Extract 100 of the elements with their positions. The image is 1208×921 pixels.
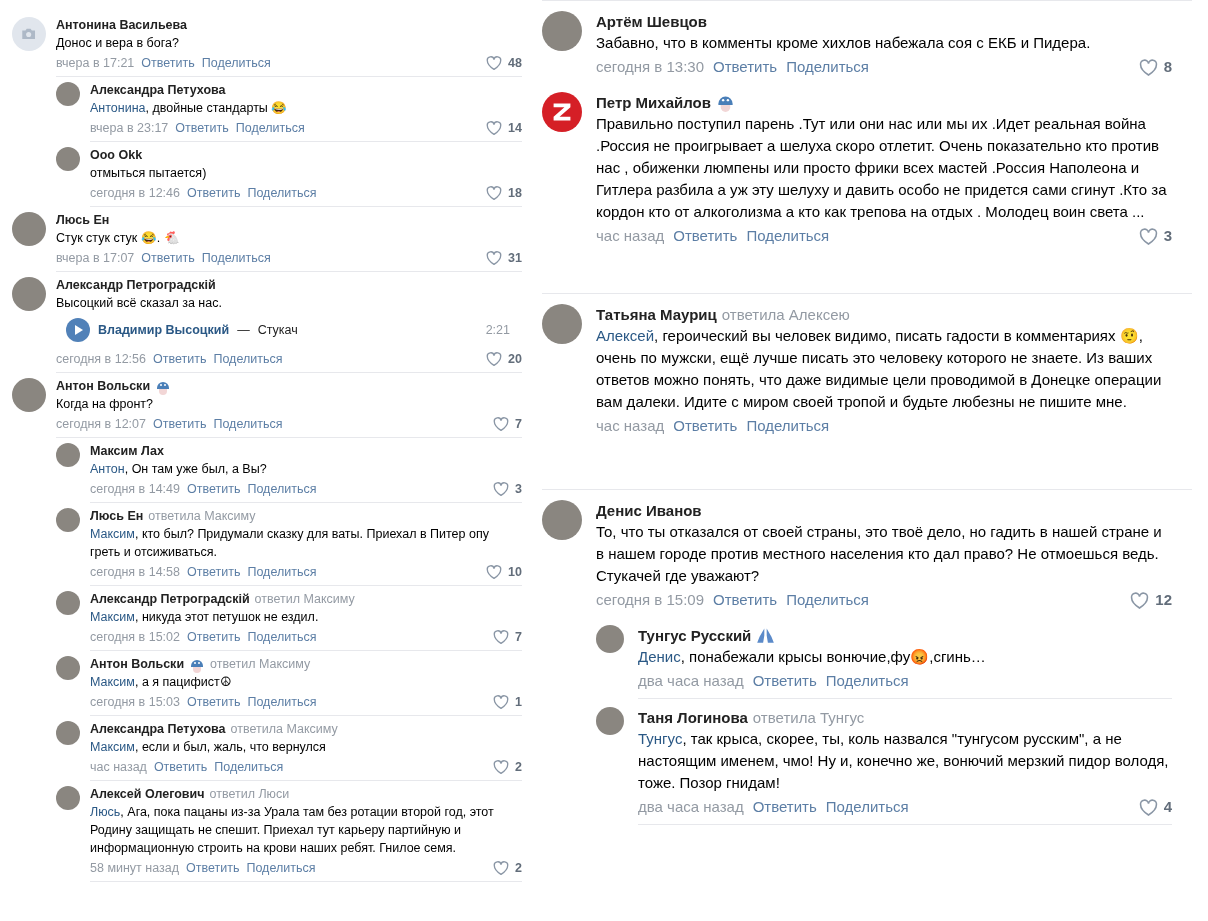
author-name[interactable]: Таня Логинова — [638, 707, 748, 728]
reply-link[interactable]: Ответить — [187, 480, 241, 498]
reply-link[interactable]: Ответить — [752, 670, 817, 692]
track-artist[interactable]: Владимир Высоцкий — [98, 320, 230, 340]
author-name[interactable]: Артём Шевцов — [596, 11, 707, 32]
comment-text: Донос и вера в бога? — [56, 35, 180, 52]
author-name[interactable]: Александра Петухова — [90, 82, 226, 99]
comment-time: сегодня в 14:58 — [90, 564, 180, 581]
like-button[interactable]: 48 — [486, 54, 522, 72]
reply-link[interactable]: Ответить — [187, 184, 241, 202]
author-name[interactable]: Люсь Ен — [56, 212, 110, 229]
mention-link[interactable]: Тунгус — [638, 730, 683, 747]
reply-link[interactable]: Ответить — [673, 415, 738, 437]
author-name[interactable]: Александр Петроградскій — [56, 277, 216, 294]
reply-to-label: ответила Максиму — [148, 508, 256, 525]
comment-time: сегодня в 12:56 — [56, 351, 146, 368]
reply-link[interactable]: Ответить — [153, 415, 207, 433]
mention-link[interactable]: Максим — [90, 740, 135, 754]
author-name[interactable]: Антон Вольски — [56, 378, 151, 395]
avatar-photo — [596, 707, 624, 735]
reply-link[interactable]: Ответить — [186, 859, 240, 877]
share-link[interactable]: Поделиться — [247, 693, 317, 711]
mention-link[interactable]: Максим — [90, 675, 135, 689]
author-name[interactable]: Ooo Okk — [90, 147, 143, 164]
share-link[interactable]: Поделиться — [786, 589, 869, 611]
author-name[interactable]: Александра Петухова — [90, 721, 226, 738]
author-name[interactable]: Тунгус Русский — [638, 625, 752, 646]
like-button[interactable]: 7 — [493, 628, 522, 646]
mention-link[interactable]: Антонина — [90, 101, 146, 115]
play-button[interactable] — [66, 318, 90, 342]
avatar-photo — [56, 443, 80, 467]
like-button[interactable]: 3 — [1138, 225, 1172, 247]
comment-text: Стук стук стук 😂. 🐔 — [56, 230, 181, 247]
reply-link[interactable]: Ответить — [153, 758, 208, 776]
like-button[interactable]: 10 — [486, 563, 522, 581]
share-link[interactable]: Поделиться — [247, 563, 317, 581]
reply-link[interactable]: Ответить — [187, 628, 241, 646]
avatar-photo — [56, 82, 80, 106]
like-button[interactable]: 8 — [1138, 56, 1172, 78]
reply-link[interactable]: Ответить — [175, 119, 229, 137]
author-name[interactable]: Татьяна Мауриц — [596, 304, 717, 325]
reply-link[interactable]: Ответить — [141, 249, 195, 267]
share-link[interactable]: Поделиться — [247, 184, 317, 202]
comment-text: Максим, кто был? Придумали сказку для ваты. Приехал в Питер опу греть и отсиживаться. — [90, 526, 490, 561]
author-name[interactable]: Денис Иванов — [596, 500, 702, 521]
mention-link[interactable]: Денис — [638, 648, 681, 665]
comment-time: сегодня в 15:02 — [90, 629, 180, 646]
author-name[interactable]: Петр Михайлов — [596, 92, 711, 113]
author-name[interactable]: Максим Лах — [90, 443, 164, 460]
share-link[interactable]: Поделиться — [825, 670, 909, 692]
like-button[interactable]: 20 — [486, 350, 522, 368]
share-link[interactable]: Поделиться — [213, 350, 283, 368]
author-name[interactable]: Люсь Ен — [90, 508, 144, 525]
mention-link[interactable]: Антон — [90, 462, 125, 476]
share-link[interactable]: Поделиться — [247, 480, 317, 498]
share-link[interactable]: Поделиться — [201, 249, 271, 267]
comment-time: два часа назад — [638, 671, 744, 691]
reply-link[interactable]: Ответить — [713, 589, 778, 611]
reply-link[interactable]: Ответить — [153, 350, 207, 368]
reply-link[interactable]: Ответить — [141, 54, 195, 72]
author-name[interactable]: Антон Вольски — [90, 656, 185, 673]
like-button[interactable]: 4 — [1138, 796, 1172, 818]
reply-to-label: ответил Максиму — [254, 591, 355, 608]
mention-link[interactable]: Максим — [90, 610, 135, 624]
reply-link[interactable]: Ответить — [187, 563, 241, 581]
like-button[interactable]: 18 — [486, 184, 522, 202]
like-button[interactable]: 7 — [493, 415, 522, 433]
author-name[interactable]: Антонина Васильева — [56, 17, 188, 34]
share-link[interactable]: Поделиться — [825, 796, 909, 818]
author-name[interactable]: Алексей Олегович — [90, 786, 205, 803]
author-name[interactable]: Александр Петроградскій — [90, 591, 250, 608]
heart-icon — [486, 251, 503, 265]
mention-link[interactable]: Алексей — [596, 327, 655, 344]
reply-link[interactable]: Ответить — [713, 56, 778, 78]
like-button[interactable]: 31 — [486, 249, 522, 267]
share-link[interactable]: Поделиться — [235, 119, 305, 137]
share-link[interactable]: Поделиться — [786, 56, 869, 78]
heart-icon — [1138, 227, 1158, 245]
share-link[interactable]: Поделиться — [246, 859, 316, 877]
like-button[interactable]: 2 — [493, 758, 522, 776]
heart-icon — [493, 417, 510, 431]
share-link[interactable]: Поделиться — [746, 415, 830, 437]
comment-text: Алексей, героический вы человек видимо, писать гадости в комментариях 🤨, очень по мужски, ещё лучше писать это человеку которого не знаете. Из ваших ответов можно понять, что даже видимые цели проводимой в Донецке операции вам далеки. Идите с миром своей тропой и будьте любезны не пишите мне. — [596, 326, 1163, 412]
mention-link[interactable]: Максим — [90, 527, 135, 541]
share-link[interactable]: Поделиться — [746, 225, 830, 247]
share-link[interactable]: Поделиться — [213, 415, 283, 433]
share-link[interactable]: Поделиться — [247, 628, 317, 646]
comment-text: Максим, а я пацифист☮ — [90, 674, 233, 691]
heart-icon — [493, 695, 510, 709]
like-button[interactable]: 12 — [1130, 589, 1172, 611]
reply-link[interactable]: Ответить — [187, 693, 241, 711]
share-link[interactable]: Поделиться — [201, 54, 271, 72]
reply-link[interactable]: Ответить — [752, 796, 817, 818]
like-button[interactable]: 2 — [493, 859, 522, 877]
reply-link[interactable]: Ответить — [673, 225, 738, 247]
share-link[interactable]: Поделиться — [214, 758, 284, 776]
like-button[interactable]: 1 — [493, 693, 522, 711]
like-button[interactable]: 3 — [493, 480, 522, 498]
like-button[interactable]: 14 — [486, 119, 522, 137]
heart-icon — [486, 56, 503, 70]
